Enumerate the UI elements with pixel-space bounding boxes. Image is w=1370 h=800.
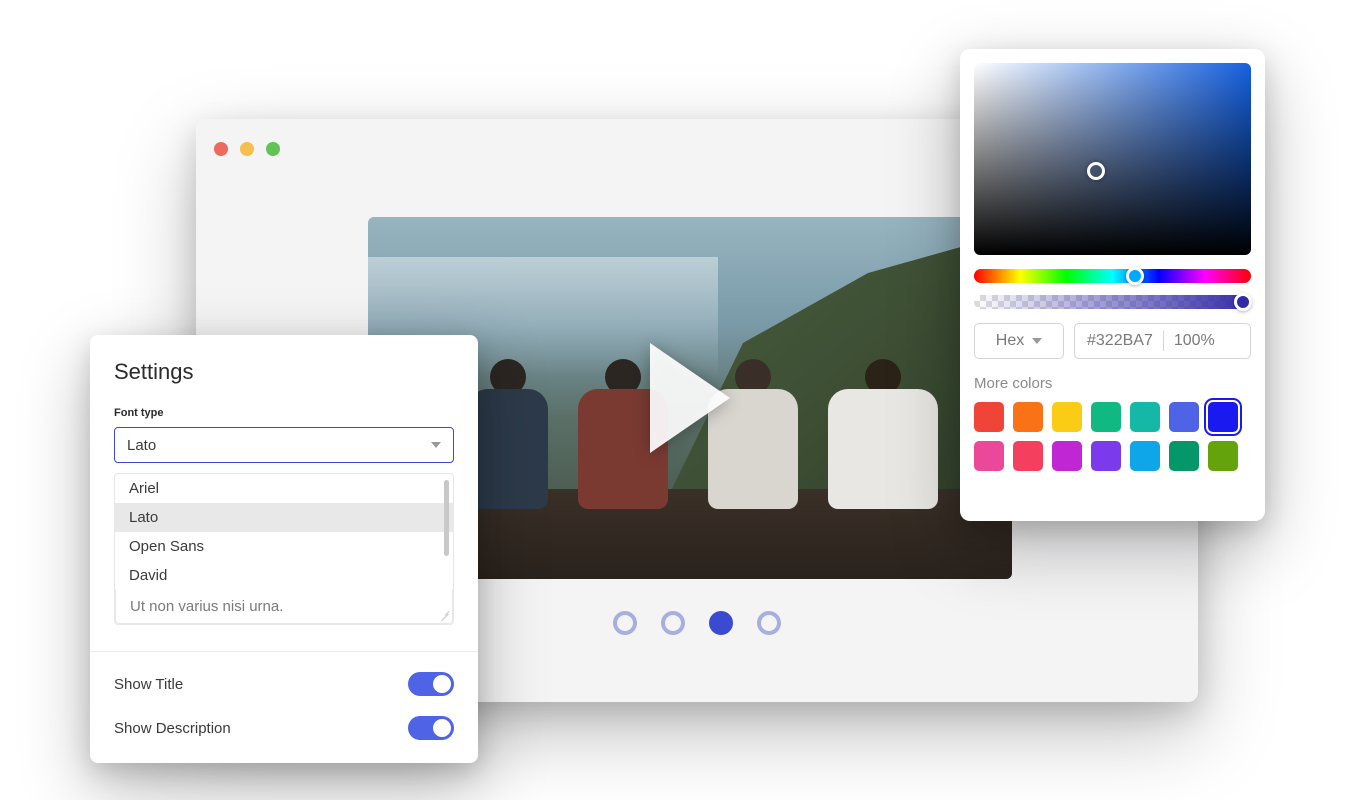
color-swatch[interactable]	[1091, 402, 1121, 432]
play-icon[interactable]	[650, 343, 730, 453]
color-value-input[interactable]: #322BA7 100%	[1074, 323, 1251, 359]
color-swatch[interactable]	[974, 441, 1004, 471]
more-colors-label: More colors	[974, 375, 1251, 392]
show-description-label: Show Description	[114, 720, 231, 737]
person-silhouette	[828, 359, 938, 509]
font-option[interactable]: Lato	[115, 503, 453, 532]
color-format-select[interactable]: Hex	[974, 323, 1064, 359]
chevron-down-icon	[1032, 338, 1042, 344]
textarea-value: Ut non varius nisi urna.	[130, 598, 283, 615]
color-swatch[interactable]	[1208, 441, 1238, 471]
hue-slider[interactable]	[974, 269, 1251, 283]
show-description-toggle[interactable]	[408, 716, 454, 740]
color-swatch[interactable]	[1130, 441, 1160, 471]
color-opacity-value: 100%	[1174, 332, 1215, 350]
alpha-thumb[interactable]	[1234, 293, 1252, 311]
show-title-row: Show Title	[114, 652, 454, 716]
color-swatch[interactable]	[974, 402, 1004, 432]
carousel-pagination	[613, 611, 781, 635]
chevron-down-icon	[431, 442, 441, 448]
font-type-dropdown: ArielLatoOpen SansDavid Ut non varius ni…	[114, 473, 454, 625]
hue-thumb[interactable]	[1126, 267, 1144, 285]
pagination-dot[interactable]	[613, 611, 637, 635]
show-description-row: Show Description	[114, 716, 454, 760]
show-title-label: Show Title	[114, 676, 183, 693]
color-swatch[interactable]	[1013, 402, 1043, 432]
scrollbar[interactable]	[444, 480, 449, 556]
color-picker-panel: Hex #322BA7 100% More colors	[960, 49, 1265, 521]
font-type-label: Font type	[114, 407, 454, 419]
close-window-icon[interactable]	[214, 142, 228, 156]
color-swatch[interactable]	[1169, 441, 1199, 471]
color-swatch[interactable]	[1052, 441, 1082, 471]
show-title-toggle[interactable]	[408, 672, 454, 696]
color-swatch[interactable]	[1208, 402, 1238, 432]
font-option[interactable]: Open Sans	[115, 532, 453, 561]
settings-panel: Settings Font type Lato ArielLatoOpen Sa…	[90, 335, 478, 763]
color-format-row: Hex #322BA7 100%	[974, 323, 1251, 359]
color-swatch[interactable]	[1013, 441, 1043, 471]
font-option[interactable]: David	[115, 561, 453, 590]
saturation-cursor-icon[interactable]	[1087, 162, 1105, 180]
description-textarea[interactable]: Ut non varius nisi urna.	[115, 590, 453, 624]
color-swatch[interactable]	[1169, 402, 1199, 432]
swatch-grid	[974, 402, 1251, 471]
saturation-area[interactable]	[974, 63, 1251, 255]
pagination-dot[interactable]	[661, 611, 685, 635]
alpha-slider[interactable]	[974, 295, 1251, 309]
color-swatch[interactable]	[1130, 402, 1160, 432]
person-silhouette	[468, 359, 548, 509]
font-option[interactable]: Ariel	[115, 474, 453, 503]
font-type-select[interactable]: Lato	[114, 427, 454, 463]
maximize-window-icon[interactable]	[266, 142, 280, 156]
color-swatch[interactable]	[1052, 402, 1082, 432]
minimize-window-icon[interactable]	[240, 142, 254, 156]
resize-handle-icon[interactable]	[438, 609, 450, 621]
settings-title: Settings	[114, 359, 454, 385]
color-format-label: Hex	[996, 332, 1024, 350]
separator	[1163, 331, 1164, 351]
pagination-dot[interactable]	[709, 611, 733, 635]
color-hex-value: #322BA7	[1087, 332, 1153, 350]
pagination-dot[interactable]	[757, 611, 781, 635]
window-controls	[214, 142, 280, 156]
color-swatch[interactable]	[1091, 441, 1121, 471]
font-type-selected-value: Lato	[127, 437, 156, 454]
